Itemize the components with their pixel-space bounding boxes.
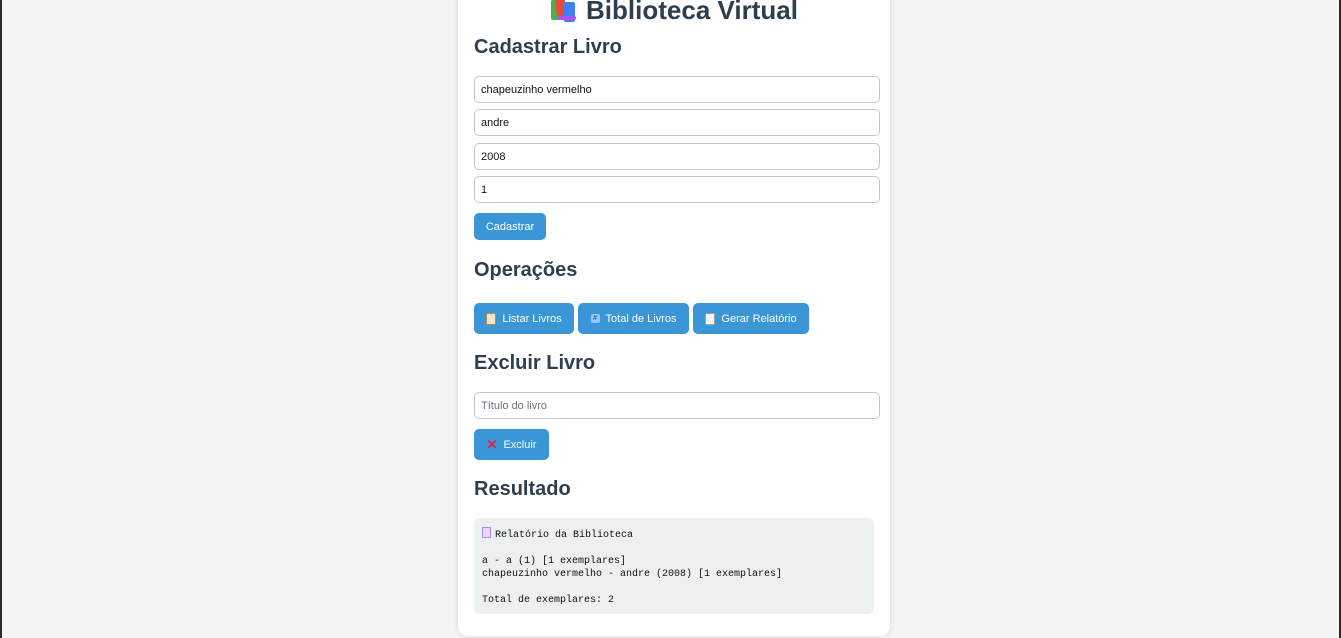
gerar-relatorio-label: Gerar Relatório <box>721 312 797 325</box>
numbers-icon: # <box>590 314 600 323</box>
total-livros-label: Total de Livros <box>605 312 677 325</box>
library-card: Biblioteca Virtual Cadastrar Livro Cadas… <box>458 0 890 636</box>
cross-icon: ✕ <box>486 436 498 452</box>
result-line: chapeuzinho vermelho - andre (2008) [1 e… <box>482 569 783 580</box>
report-icon <box>482 527 491 538</box>
resultado-heading: Resultado <box>474 478 571 500</box>
result-line: a - a (1) [1 exemplares] <box>482 556 627 567</box>
gerar-relatorio-button[interactable]: Gerar Relatório <box>693 303 809 334</box>
document-icon <box>705 312 716 325</box>
window-edge-left <box>0 0 2 638</box>
excluir-button[interactable]: ✕ Excluir <box>474 429 549 460</box>
year-input[interactable] <box>474 143 880 170</box>
clipboard-icon <box>486 312 497 325</box>
title-input[interactable] <box>474 76 880 103</box>
cadastrar-heading: Cadastrar Livro <box>474 36 622 58</box>
operacoes-heading: Operações <box>474 259 578 281</box>
excluir-heading: Excluir Livro <box>474 352 596 374</box>
total-livros-button[interactable]: # Total de Livros <box>578 303 689 334</box>
books-icon <box>550 0 577 22</box>
excluir-button-label: Excluir <box>503 438 537 451</box>
result-total: Total de exemplares: 2 <box>482 595 615 606</box>
listar-livros-label: Listar Livros <box>502 312 562 325</box>
quantity-input[interactable] <box>474 176 880 203</box>
report-title: Relatório da Biblioteca <box>495 530 634 541</box>
listar-livros-button[interactable]: Listar Livros <box>474 303 574 334</box>
result-panel: Relatório da Biblioteca a - a (1) [1 exe… <box>474 518 874 614</box>
cadastrar-button-label: Cadastrar <box>485 220 535 233</box>
author-input[interactable] <box>474 109 880 136</box>
excluir-title-input[interactable] <box>474 392 880 419</box>
page-title: Biblioteca Virtual <box>458 0 890 30</box>
page-title-text: Biblioteca Virtual <box>586 0 798 25</box>
cadastrar-button[interactable]: Cadastrar <box>474 213 546 240</box>
